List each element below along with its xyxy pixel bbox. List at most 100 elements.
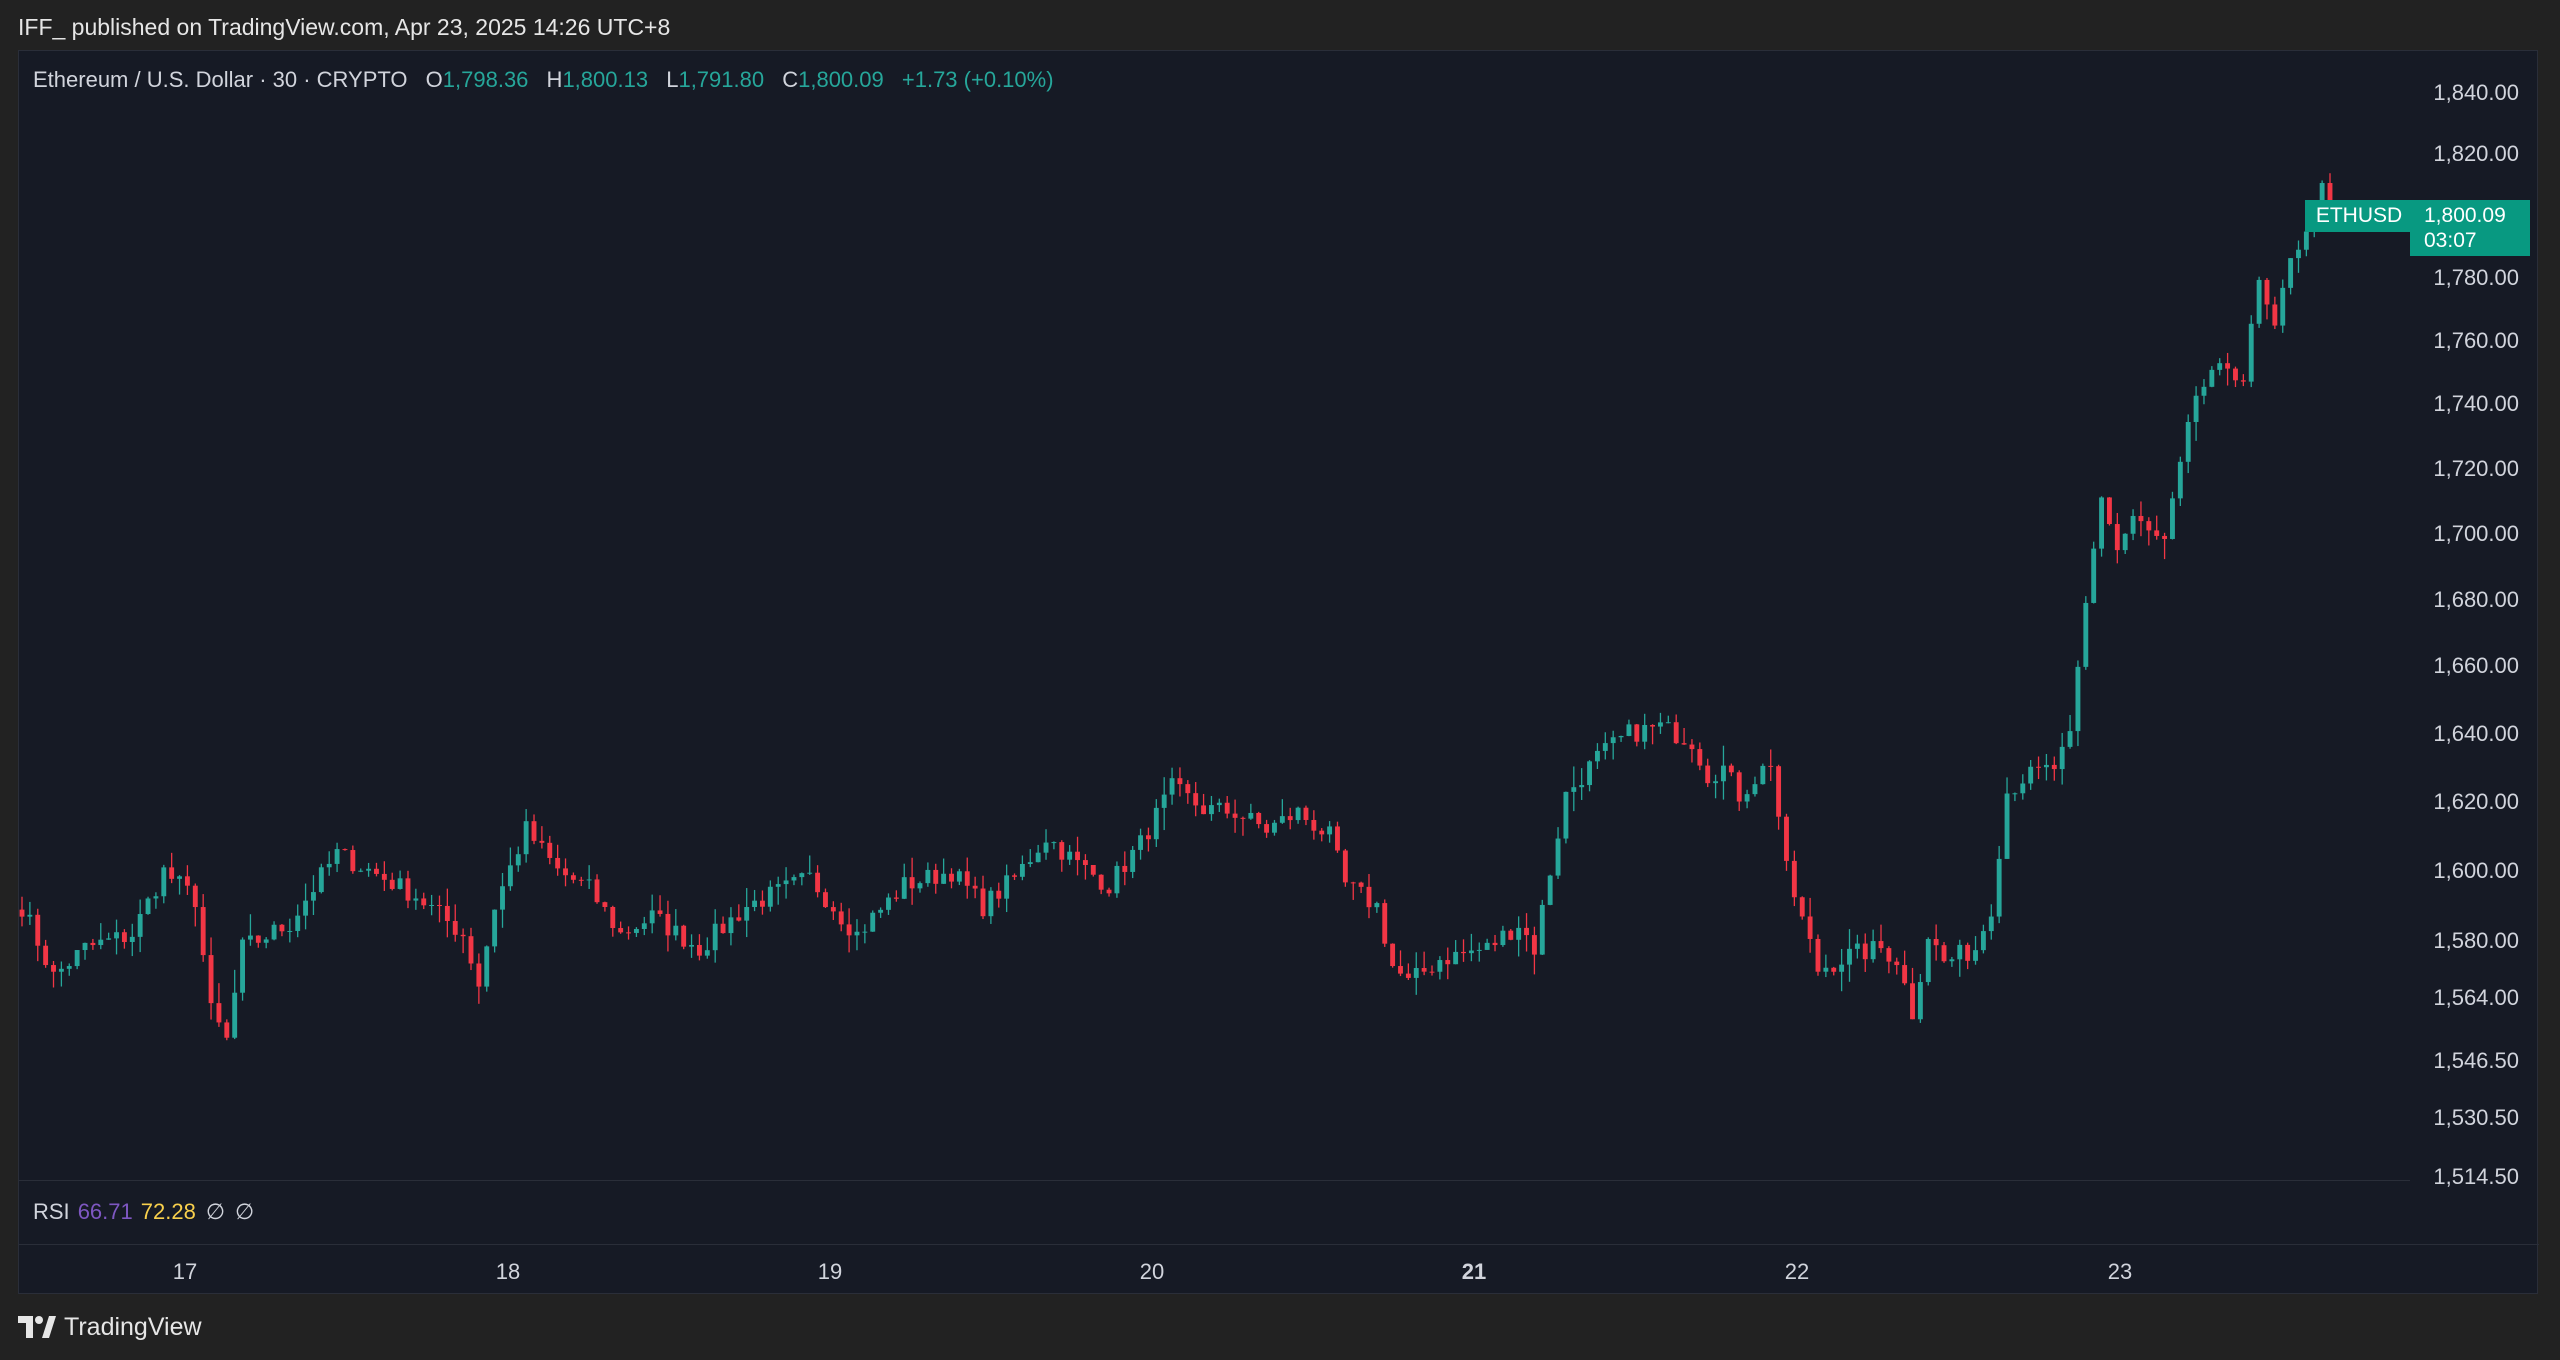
candle <box>1492 934 1498 952</box>
candle <box>1295 806 1301 824</box>
candle <box>2028 759 2034 790</box>
price-tick-label: 1,600.00 <box>2433 858 2519 884</box>
candle <box>1240 816 1246 836</box>
price-chart-plot[interactable] <box>19 51 2410 1180</box>
candle <box>610 905 616 937</box>
change-value: +1.73 (+0.10%) <box>901 67 1054 92</box>
candle <box>862 924 868 944</box>
candle <box>681 924 687 950</box>
candle <box>1051 841 1057 850</box>
candle <box>1366 874 1372 919</box>
candle <box>114 919 119 955</box>
candle <box>917 881 923 893</box>
candle <box>1311 810 1317 840</box>
candle <box>1980 924 1986 954</box>
rsi-empty-symbol-1: ∅ <box>205 1199 225 1224</box>
rsi-name[interactable]: RSI <box>33 1199 70 1224</box>
candle <box>783 867 789 899</box>
candle <box>1705 758 1711 788</box>
close-value: 1,800.09 <box>798 67 884 92</box>
candle <box>1327 821 1333 843</box>
candle <box>1807 897 1813 953</box>
time-tick-label: 22 <box>1784 1259 1810 1284</box>
candle <box>460 928 466 954</box>
candle <box>1516 916 1522 957</box>
candle <box>2004 777 2010 859</box>
candle <box>1476 942 1482 962</box>
candle <box>51 960 56 988</box>
candle <box>1445 947 1451 980</box>
candle <box>1224 796 1230 819</box>
candle <box>791 874 797 886</box>
candle <box>1138 828 1143 860</box>
candle <box>1319 828 1325 842</box>
candle <box>2138 501 2144 537</box>
candle <box>2296 240 2301 273</box>
high-value: 1,800.13 <box>562 67 649 92</box>
candle <box>760 890 765 915</box>
price-tick-label: 1,660.00 <box>2433 653 2519 679</box>
candle <box>1413 952 1419 995</box>
candle <box>1004 864 1010 913</box>
candle <box>161 864 167 904</box>
candle <box>1279 799 1285 824</box>
candle <box>972 876 978 899</box>
candle <box>696 934 702 961</box>
candle <box>43 939 49 968</box>
candle <box>1736 770 1742 811</box>
candle <box>74 949 80 970</box>
symbol-legend: Ethereum / U.S. Dollar · 30 · CRYPTO O1,… <box>33 67 1054 93</box>
time-axis[interactable]: 17 18 19 20 21 22 23 <box>19 1244 2539 1294</box>
candle <box>523 809 529 863</box>
candle <box>1075 836 1080 876</box>
candle <box>1059 840 1065 872</box>
candle <box>704 937 710 959</box>
candle <box>1090 864 1096 877</box>
candle <box>767 880 773 912</box>
candle <box>153 892 159 909</box>
candle <box>1799 896 1805 920</box>
candle <box>941 858 947 885</box>
candle <box>444 888 450 938</box>
bar-countdown: 03:07 <box>2424 229 2477 252</box>
candle <box>1342 848 1348 887</box>
candle <box>515 846 521 872</box>
candle <box>1185 780 1191 804</box>
candle <box>657 895 663 917</box>
candle <box>2020 774 2026 800</box>
candle <box>1468 933 1474 962</box>
candle <box>720 916 726 934</box>
candle <box>129 923 135 957</box>
candle <box>1374 901 1380 913</box>
candle <box>2067 714 2073 749</box>
candle <box>563 858 568 887</box>
candle <box>2185 414 2191 474</box>
candle <box>1933 924 1939 961</box>
candle <box>2288 258 2294 295</box>
candle <box>980 875 986 920</box>
candle <box>1264 819 1270 838</box>
candle <box>602 901 608 912</box>
candle <box>2240 374 2246 387</box>
candle <box>1658 712 1663 734</box>
candle <box>1594 743 1600 769</box>
candle <box>1177 767 1183 797</box>
candle <box>830 901 836 920</box>
candle <box>342 848 348 851</box>
price-tick-label: 1,720.00 <box>2433 455 2519 481</box>
candle <box>1453 940 1459 965</box>
price-tick-label: 1,780.00 <box>2433 264 2519 290</box>
rsi-pane[interactable]: RSI 66.71 72.28 ∅ ∅ <box>19 1181 2410 1243</box>
symbol-title[interactable]: Ethereum / U.S. Dollar · 30 · CRYPTO <box>33 67 408 92</box>
candle <box>452 904 458 942</box>
candle <box>736 904 742 922</box>
candle <box>744 888 750 938</box>
candle <box>263 937 269 949</box>
candle <box>1854 934 1860 959</box>
candle <box>1082 854 1088 880</box>
candle <box>58 961 64 987</box>
chart-frame[interactable]: Ethereum / U.S. Dollar · 30 · CRYPTO O1,… <box>18 50 2539 1294</box>
candle <box>2099 496 2105 557</box>
candle <box>247 914 253 946</box>
candle <box>1988 904 1994 940</box>
